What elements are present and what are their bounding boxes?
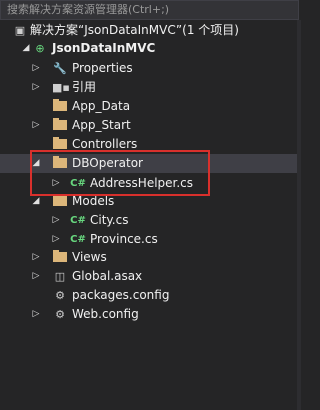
expand-arrow-icon[interactable]: ▷	[30, 116, 42, 135]
city-label: City.cs	[90, 213, 129, 227]
web-project-icon: ⊕	[35, 42, 45, 55]
scrollbar-track[interactable]	[297, 20, 301, 410]
folder-icon	[52, 99, 68, 114]
tree-item-views[interactable]: ▷ Views	[0, 248, 301, 267]
tree-item-references[interactable]: ▷ ■▪ 引用	[0, 78, 301, 97]
province-label: Province.cs	[90, 232, 158, 246]
references-icon: ■▪	[52, 81, 70, 94]
app-start-label: App_Start	[72, 118, 131, 132]
solution-icon: ▣	[14, 24, 26, 37]
tree-item-global[interactable]: ▷ ◫ Global.asax	[0, 267, 301, 286]
webconfig-label: Web.config	[72, 307, 139, 321]
tree-item-app-data[interactable]: App_Data	[0, 97, 301, 116]
tree-item-province[interactable]: ▷ C# Province.cs	[0, 230, 301, 249]
project-label: JsonDataInMVC	[52, 41, 156, 55]
folder-icon	[52, 118, 68, 133]
tree-item-webconfig[interactable]: ▷ ⚙ Web.config	[0, 305, 301, 324]
global-label: Global.asax	[72, 269, 143, 283]
views-label: Views	[72, 250, 107, 264]
solution-label: 解决方案“JsonDataInMVC”(1 个项目)	[30, 23, 239, 37]
expand-arrow-icon[interactable]: ▷	[50, 230, 62, 249]
tree-item-app-start[interactable]: ▷ App_Start	[0, 116, 301, 135]
expand-arrow-icon[interactable]: ▷	[30, 59, 42, 78]
expand-arrow-icon[interactable]: ▷	[30, 267, 42, 286]
properties-label: Properties	[72, 61, 133, 75]
config-file-icon: ⚙	[55, 308, 65, 321]
app-data-label: App_Data	[72, 99, 131, 113]
csharp-file-icon: C#	[70, 234, 86, 245]
tree-item-project[interactable]: ◢ ⊕ JsonDataInMVC	[0, 39, 301, 58]
config-file-icon: ⚙	[55, 289, 65, 302]
expand-arrow-icon[interactable]: ▷	[30, 305, 42, 324]
highlight-box	[30, 150, 210, 196]
wrench-icon: 🔧	[53, 62, 67, 75]
tree-item-city[interactable]: ▷ C# City.cs	[0, 211, 301, 230]
global-asax-icon: ◫	[54, 270, 66, 283]
search-input[interactable]: 搜索解决方案资源管理器(Ctrl+;)	[0, 0, 299, 20]
folder-icon	[52, 250, 68, 265]
tree-item-properties[interactable]: ▷ 🔧 Properties	[0, 59, 301, 78]
tree-item-solution[interactable]: ▣ 解决方案“JsonDataInMVC”(1 个项目)	[0, 21, 301, 40]
open-folder-icon	[52, 194, 68, 209]
csharp-file-icon: C#	[70, 215, 86, 226]
expand-arrow-icon[interactable]: ▷	[30, 78, 42, 97]
expand-arrow-icon[interactable]: ▷	[30, 248, 42, 267]
tree-item-packages[interactable]: ⚙ packages.config	[0, 286, 301, 305]
references-label: 引用	[72, 80, 97, 94]
packages-label: packages.config	[72, 288, 170, 302]
collapse-arrow-icon[interactable]: ◢	[20, 39, 32, 58]
expand-arrow-icon[interactable]: ▷	[50, 211, 62, 230]
